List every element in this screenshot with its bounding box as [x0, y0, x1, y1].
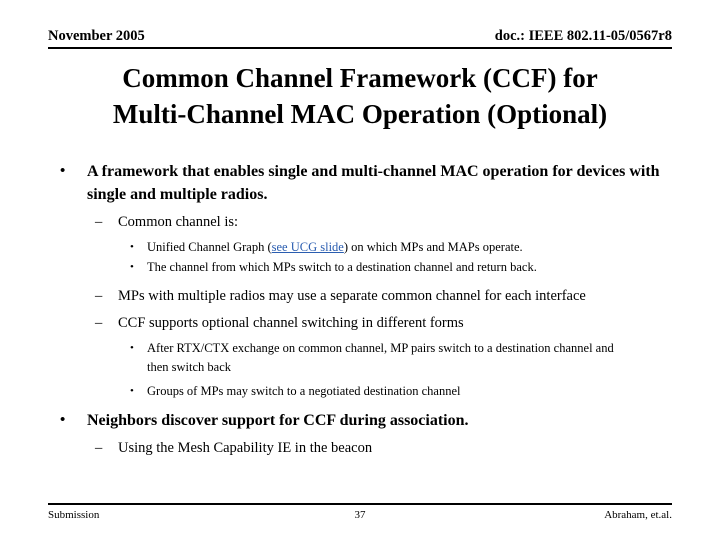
bullet-level3-groups-mps-text: Groups of MPs may switch to a negotiated… [147, 384, 461, 398]
bullet-level3-ucg-text-post: ) on which MPs and MAPs operate. [343, 240, 523, 254]
bullet-level3-rtx-ctx-text: After RTX/CTX exchange on common channel… [147, 341, 614, 374]
ucg-slide-link[interactable]: see UCG slide [272, 240, 344, 254]
page-title: Common Channel Framework (CCF) for Multi… [36, 60, 684, 132]
bullet-level1-neighbors: • Neighbors discover support for CCF dur… [48, 409, 678, 432]
bullet-level3-groups-mps: • Groups of MPs may switch to a negotiat… [48, 382, 678, 401]
bullet-disc-icon: • [130, 342, 134, 354]
bullet-dash-icon: – [95, 440, 103, 456]
slide-footer: Submission 37 Abraham, et.al. [48, 508, 672, 524]
bullet-dash-icon: – [95, 288, 103, 304]
bullet-disc-icon: • [130, 385, 134, 397]
bullet-level1-framework-text: A framework that enables single and mult… [87, 163, 660, 203]
bullet-disc-icon: • [60, 412, 66, 428]
bullet-level3-switch-return-text: The channel from which MPs switch to a d… [147, 260, 537, 274]
bullet-disc-icon: • [130, 261, 134, 273]
bullet-level3-ucg-text-pre: Unified Channel Graph ( [147, 240, 272, 254]
header-date: November 2005 [48, 28, 145, 44]
bullet-level2-ccf-switching-text: CCF supports optional channel switching … [118, 315, 464, 331]
bullet-level2-common-channel-text: Common channel is: [118, 214, 239, 230]
footer-author: Abraham, et.al. [604, 509, 672, 521]
bullet-dash-icon: – [95, 315, 103, 331]
bullet-level1-neighbors-text: Neighbors discover support for CCF durin… [87, 412, 469, 429]
bullet-level2-mesh-capability-text: Using the Mesh Capability IE in the beac… [118, 440, 373, 456]
bullet-level2-multiple-radios: – MPs with multiple radios may use a sep… [48, 285, 678, 307]
bullet-level3-rtx-ctx: • After RTX/CTX exchange on common chann… [48, 339, 678, 377]
page-title-line-2: Multi-Channel MAC Operation (Optional) [112, 99, 608, 129]
bullet-level2-ccf-switching: – CCF supports optional channel switchin… [48, 312, 678, 334]
page-title-line-1: Common Channel Framework (CCF) for [122, 63, 598, 93]
bullet-level1-framework: • A framework that enables single and mu… [48, 160, 678, 206]
header-doc-number: doc.: IEEE 802.11-05/0567r8 [494, 28, 672, 44]
bullet-disc-icon: • [130, 241, 134, 253]
slide-body: • A framework that enables single and mu… [48, 160, 678, 459]
bullet-dash-icon: – [95, 214, 103, 230]
footer-page-number: 37 [354, 509, 366, 521]
footer-divider [48, 503, 672, 505]
bullet-level2-multiple-radios-text: MPs with multiple radios may use a separ… [118, 288, 586, 304]
bullet-level2-common-channel: – Common channel is: [48, 211, 678, 233]
slide-header: November 2005 doc.: IEEE 802.11-05/0567r… [48, 28, 672, 48]
header-divider [48, 47, 672, 49]
slide: November 2005 doc.: IEEE 802.11-05/0567r… [0, 0, 720, 540]
bullet-level3-ucg: • Unified Channel Graph (see UCG slide) … [48, 238, 678, 257]
bullet-level3-switch-return: • The channel from which MPs switch to a… [48, 258, 678, 277]
bullet-disc-icon: • [60, 163, 66, 179]
bullet-level2-mesh-capability: – Using the Mesh Capability IE in the be… [48, 437, 678, 459]
